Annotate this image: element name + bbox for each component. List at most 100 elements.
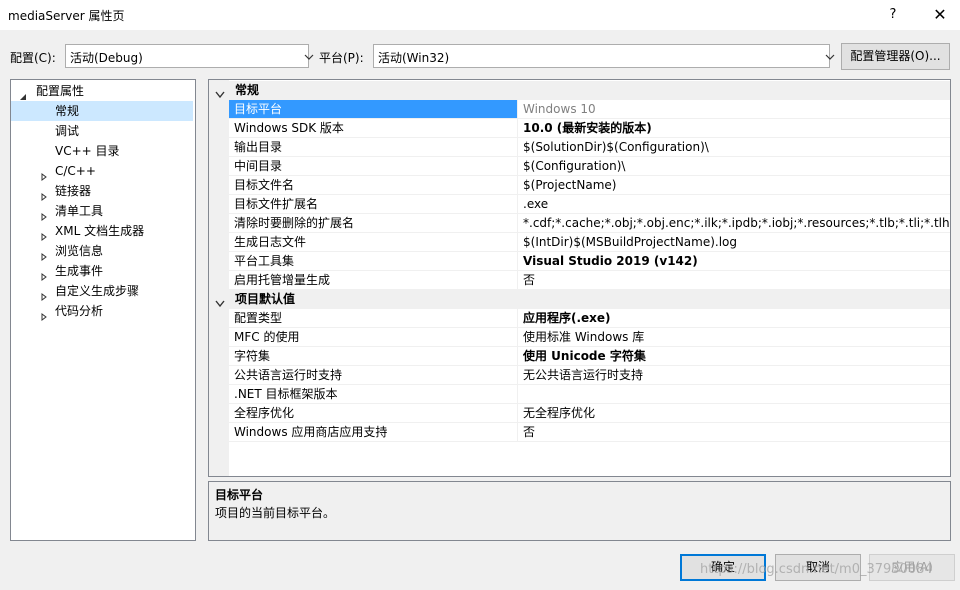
- property-value[interactable]: 使用标准 Windows 库: [518, 328, 950, 347]
- property-row[interactable]: 目标文件扩展名 .exe: [209, 195, 950, 214]
- collapsed-triangle-icon[interactable]: [40, 267, 48, 281]
- property-name[interactable]: 清除时要删除的扩展名: [229, 214, 518, 233]
- property-value[interactable]: .exe: [518, 195, 950, 214]
- tree-item-label: XML 文档生成器: [55, 224, 145, 238]
- property-value[interactable]: $(SolutionDir)$(Configuration)\: [518, 138, 950, 157]
- property-value[interactable]: 使用 Unicode 字符集: [518, 347, 950, 366]
- window-title: mediaServer 属性页: [8, 9, 125, 23]
- collapsed-triangle-icon[interactable]: [40, 207, 48, 221]
- property-row[interactable]: 启用托管增量生成否: [209, 271, 950, 290]
- property-name[interactable]: 目标平台: [229, 100, 518, 119]
- tree-item-label: 常规: [55, 104, 80, 118]
- platform-dropdown[interactable]: 活动(Win32): [373, 44, 835, 68]
- property-tree: 配置属性 常规调试 VC++ 目录 C/C++ 链接器 清单工具 XML 文档生成器 浏览信…: [10, 79, 196, 541]
- property-row[interactable]: 目标平台 Windows 10: [209, 100, 950, 119]
- property-row[interactable]: 配置类型 应用程序(.exe): [209, 309, 950, 328]
- tree-item[interactable]: 链接器: [11, 181, 193, 201]
- tree-item-label: 代码分析: [55, 304, 104, 318]
- tree-item-label: 自定义生成步骤: [55, 284, 140, 298]
- close-button[interactable]: ✕: [922, 0, 958, 30]
- tree-item[interactable]: C/C++: [11, 161, 193, 181]
- property-row[interactable]: 全程序优化 无全程序优化: [209, 404, 950, 423]
- property-value[interactable]: 否: [518, 271, 950, 290]
- property-row[interactable]: 生成日志文件 $(IntDir)$(MSBuildProjectName).log: [209, 233, 950, 252]
- tree-item-label: 浏览信息: [55, 244, 104, 258]
- description-title: 目标平台: [215, 488, 264, 502]
- property-name[interactable]: 配置类型: [229, 309, 518, 328]
- property-row[interactable]: 公共语言运行时支持 无公共语言运行时支持: [209, 366, 950, 385]
- config-label: 配置(C):: [10, 51, 56, 65]
- platform-label: 平台(P):: [319, 51, 364, 65]
- property-value[interactable]: $(IntDir)$(MSBuildProjectName).log: [518, 233, 950, 252]
- tree-item[interactable]: 生成事件: [11, 261, 193, 281]
- property-name[interactable]: 目标文件扩展名: [229, 195, 518, 214]
- platform-dropdown-value: 活动(Win32): [378, 51, 450, 65]
- property-row[interactable]: .NET 目标框架版本: [209, 385, 950, 404]
- tree-item-label: 调试: [55, 124, 80, 138]
- tree-item[interactable]: 代码分析: [11, 301, 193, 321]
- property-row[interactable]: Windows 应用商店应用支持否: [209, 423, 950, 442]
- property-value[interactable]: 否: [518, 423, 950, 442]
- tree-item[interactable]: XML 文档生成器: [11, 221, 193, 241]
- property-row[interactable]: 清除时要删除的扩展名 *.cdf;*.cache;*.obj;*.obj.enc;…: [209, 214, 950, 233]
- property-name[interactable]: 输出目录: [229, 138, 518, 157]
- property-row[interactable]: 目标文件名 $(ProjectName): [209, 176, 950, 195]
- help-button[interactable]: ?: [878, 0, 908, 30]
- property-row[interactable]: 中间目录 $(Configuration)\: [209, 157, 950, 176]
- property-name[interactable]: 平台工具集: [229, 252, 518, 271]
- property-name[interactable]: 中间目录: [229, 157, 518, 176]
- collapsed-triangle-icon[interactable]: [40, 227, 48, 241]
- property-row[interactable]: 字符集 使用 Unicode 字符集: [209, 347, 950, 366]
- property-name[interactable]: MFC 的使用: [229, 328, 518, 347]
- tree-item[interactable]: 清单工具: [11, 201, 193, 221]
- property-name[interactable]: Windows SDK 版本: [229, 119, 518, 138]
- property-value[interactable]: $(ProjectName): [518, 176, 950, 195]
- property-row[interactable]: 平台工具集 Visual Studio 2019 (v142): [209, 252, 950, 271]
- tree-item[interactable]: 调试: [11, 121, 193, 141]
- collapsed-triangle-icon[interactable]: [40, 307, 48, 321]
- property-value[interactable]: 应用程序(.exe): [518, 309, 950, 328]
- property-value[interactable]: 无全程序优化: [518, 404, 950, 423]
- property-name[interactable]: Windows 应用商店应用支持: [229, 423, 518, 442]
- title-bar: mediaServer 属性页 ? ✕: [0, 0, 960, 30]
- grid-category[interactable]: 项目默认值: [209, 290, 950, 309]
- property-value[interactable]: Windows 10: [518, 100, 950, 119]
- tree-item[interactable]: 浏览信息: [11, 241, 193, 261]
- tree-root-label: 配置属性: [36, 84, 85, 98]
- property-value[interactable]: [518, 385, 950, 404]
- property-name[interactable]: 启用托管增量生成: [229, 271, 518, 290]
- property-value[interactable]: Visual Studio 2019 (v142): [518, 252, 950, 271]
- collapsed-triangle-icon[interactable]: [40, 247, 48, 261]
- property-name[interactable]: 字符集: [229, 347, 518, 366]
- collapsed-triangle-icon[interactable]: [40, 167, 48, 181]
- property-name[interactable]: 生成日志文件: [229, 233, 518, 252]
- config-manager-button[interactable]: 配置管理器(O)...: [841, 43, 950, 70]
- close-icon: ✕: [933, 5, 947, 24]
- help-icon: ?: [889, 7, 897, 22]
- property-name[interactable]: 公共语言运行时支持: [229, 366, 518, 385]
- property-name[interactable]: 目标文件名: [229, 176, 518, 195]
- grid-category[interactable]: 常规: [209, 81, 950, 100]
- tree-root[interactable]: 配置属性: [11, 81, 195, 101]
- property-value[interactable]: $(Configuration)\: [518, 157, 950, 176]
- config-dropdown[interactable]: 活动(Debug): [65, 44, 314, 68]
- property-value[interactable]: *.cdf;*.cache;*.obj;*.obj.enc;*.ilk;*.ip…: [518, 214, 950, 233]
- property-row[interactable]: Windows SDK 版本 10.0 (最新安装的版本): [209, 119, 950, 138]
- property-row[interactable]: MFC 的使用 使用标准 Windows 库: [209, 328, 950, 347]
- property-value[interactable]: 10.0 (最新安装的版本): [518, 119, 950, 138]
- grid-category-label: 项目默认值: [235, 292, 296, 306]
- property-name[interactable]: 全程序优化: [229, 404, 518, 423]
- collapsed-triangle-icon[interactable]: [40, 287, 48, 301]
- tree-item-label: C/C++: [55, 164, 96, 178]
- tree-item[interactable]: 常规: [11, 101, 193, 121]
- property-name[interactable]: .NET 目标框架版本: [229, 385, 518, 404]
- description-pane: 目标平台 项目的当前目标平台。: [208, 481, 951, 541]
- collapsed-triangle-icon[interactable]: [40, 187, 48, 201]
- grid-category-label: 常规: [235, 83, 260, 97]
- tree-item[interactable]: VC++ 目录: [11, 141, 193, 161]
- tree-item[interactable]: 自定义生成步骤: [11, 281, 193, 301]
- property-value[interactable]: 无公共语言运行时支持: [518, 366, 950, 385]
- property-row[interactable]: 输出目录 $(SolutionDir)$(Configuration)\: [209, 138, 950, 157]
- config-dropdown-value: 活动(Debug): [70, 51, 143, 65]
- tree-item-label: 生成事件: [55, 264, 104, 278]
